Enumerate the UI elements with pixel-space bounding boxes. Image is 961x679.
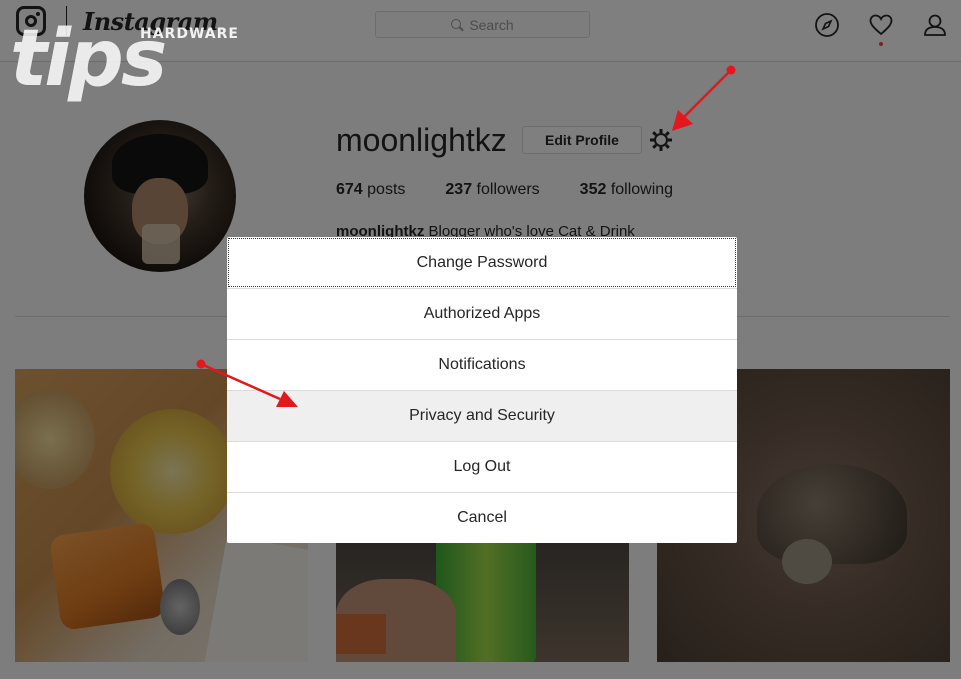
menu-item-change-password[interactable]: Change Password [227,237,737,288]
menu-item-cancel[interactable]: Cancel [227,492,737,543]
menu-item-notifications[interactable]: Notifications [227,339,737,390]
settings-menu: Change Password Authorized Apps Notifica… [227,237,737,543]
menu-item-authorized-apps[interactable]: Authorized Apps [227,288,737,339]
menu-item-privacy-security[interactable]: Privacy and Security [227,390,737,441]
menu-item-log-out[interactable]: Log Out [227,441,737,492]
